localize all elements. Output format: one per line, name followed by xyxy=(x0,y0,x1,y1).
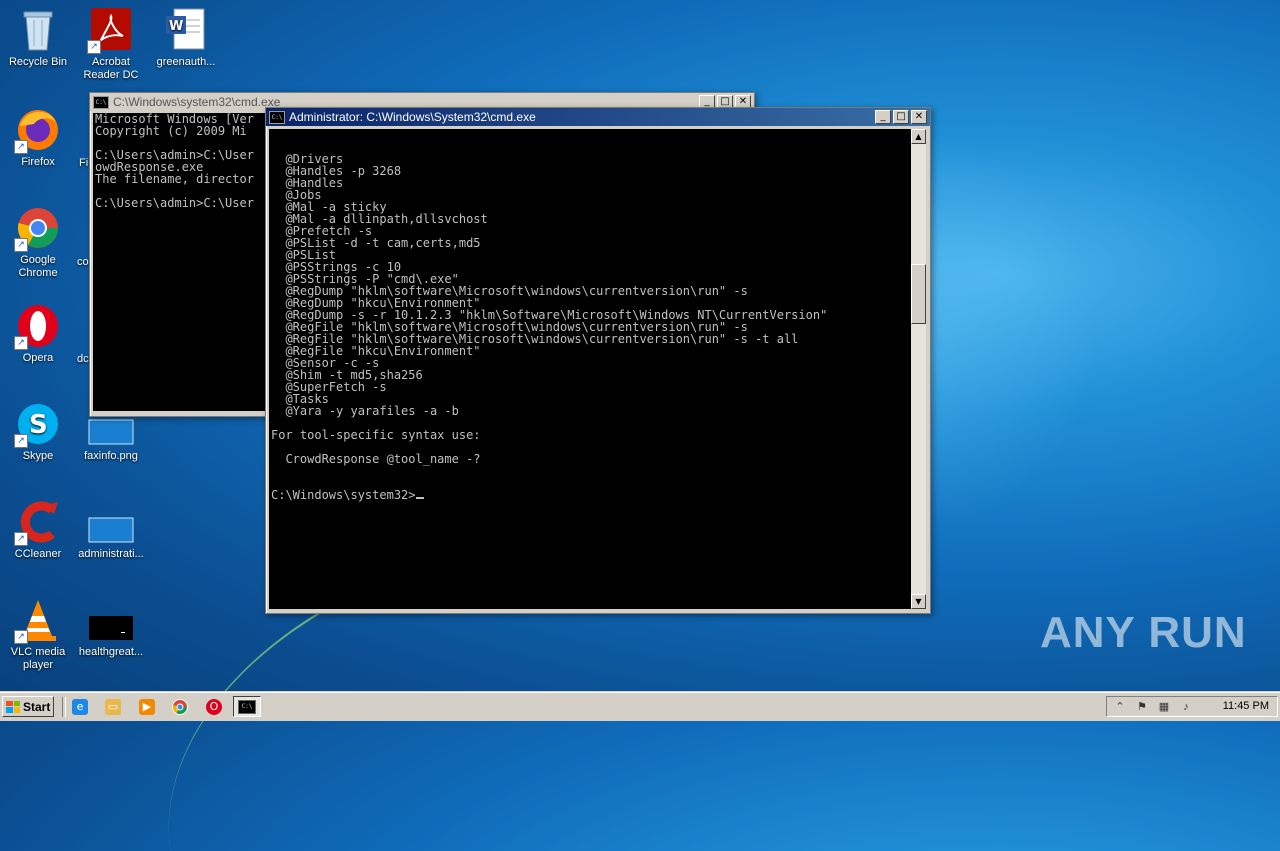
taskbar-cmd-button[interactable]: C:\ xyxy=(233,696,261,717)
console-line: @Handles -p 3268 xyxy=(271,164,402,178)
cmd-icon: C:\ xyxy=(93,95,109,109)
chrome-icon: ↗ xyxy=(14,204,62,252)
console-lines: @Drivers @Handles -p 3268 @Handles @Jobs… xyxy=(271,153,912,489)
desktop-icon-administrati[interactable]: administrati... xyxy=(73,498,149,561)
console-line: For tool-specific syntax use: xyxy=(271,428,481,442)
firefox-icon: ↗ xyxy=(14,106,62,154)
shortcut-arrow-icon: ↗ xyxy=(87,40,101,54)
word-document-icon: W xyxy=(162,6,210,54)
console-prompt: C:\Windows\system32> xyxy=(271,488,416,502)
desktop-icon-skype[interactable]: S ↗ Skype xyxy=(0,400,76,463)
desktop-icon-chrome[interactable]: ↗ Google Chrome xyxy=(0,204,76,280)
taskbar-separator xyxy=(62,697,66,717)
action-center-flag-icon[interactable]: ⚑ xyxy=(1135,700,1149,714)
chrome-taskbar-icon[interactable] xyxy=(172,699,188,715)
console-line: @PSList -d -t cam,certs,md5 xyxy=(271,236,481,250)
partial-desktop-label: co xyxy=(77,256,89,268)
scroll-down-button[interactable]: ▼ xyxy=(911,594,926,609)
start-button[interactable]: Start xyxy=(2,696,54,717)
console-line: @SuperFetch -s xyxy=(271,380,387,394)
text-cursor xyxy=(415,497,424,499)
svg-text:W: W xyxy=(169,19,183,34)
cmd-window-administrator[interactable]: C:\ Administrator: C:\Windows\System32\c… xyxy=(265,107,931,614)
ccleaner-icon: ↗ xyxy=(14,498,62,546)
image-file-icon xyxy=(87,498,135,546)
skype-icon: S ↗ xyxy=(14,400,62,448)
windows-logo-icon xyxy=(6,700,20,713)
system-tray: ⌃ ⚑ ▦ ♪ 11:45 PM xyxy=(1106,696,1278,717)
close-button[interactable]: ✕ xyxy=(911,110,927,124)
shortcut-arrow-icon: ↗ xyxy=(14,630,28,644)
scroll-up-button[interactable]: ▲ xyxy=(911,129,926,144)
window-title: Administrator: C:\Windows\System32\cmd.e… xyxy=(289,110,536,124)
shortcut-arrow-icon: ↗ xyxy=(14,336,28,350)
cmd-icon: C:\ xyxy=(238,700,256,714)
vertical-scrollbar[interactable]: ▲ ▼ xyxy=(911,129,926,609)
console-line: @Yara -y yarafiles -a -b xyxy=(271,404,459,418)
desktop-icon-opera[interactable]: ↗ Opera xyxy=(0,302,76,365)
console-line: CrowdResponse @tool_name -? xyxy=(271,452,481,466)
recycle-bin-icon xyxy=(14,6,62,54)
cmd-icon: C:\ xyxy=(269,110,285,124)
desktop-icon-healthgreat[interactable]: healthgreat... xyxy=(73,596,149,659)
maximize-button[interactable]: □ xyxy=(893,110,909,124)
console-output[interactable]: @Drivers @Handles -p 3268 @Handles @Jobs… xyxy=(269,129,912,609)
console-prompt-line[interactable]: C:\Windows\system32> xyxy=(271,489,912,501)
anyrun-watermark: ANY RUN xyxy=(1040,608,1247,657)
window-titlebar[interactable]: C:\ Administrator: C:\Windows\System32\c… xyxy=(266,108,930,126)
media-player-icon[interactable]: ▶ xyxy=(139,699,155,715)
partial-desktop-label: dc xyxy=(77,353,89,365)
taskbar: Start e ▭ ▶ O C:\ ⌃ ⚑ ▦ ♪ 11:45 PM xyxy=(0,692,1280,721)
shortcut-arrow-icon: ↗ xyxy=(14,140,28,154)
show-hidden-icons-icon[interactable]: ⌃ xyxy=(1113,700,1127,714)
partial-desktop-label: Fi xyxy=(79,157,89,169)
clock[interactable]: 11:45 PM xyxy=(1223,700,1269,712)
volume-icon[interactable]: ♪ xyxy=(1179,700,1193,714)
desktop-icon-acrobat[interactable]: ↗ Acrobat Reader DC xyxy=(73,6,149,82)
desktop-icon-ccleaner[interactable]: ↗ CCleaner xyxy=(0,498,76,561)
shortcut-arrow-icon: ↗ xyxy=(14,238,28,252)
opera-icon: ↗ xyxy=(14,302,62,350)
desktop-icon-vlc[interactable]: ↗ VLC media player xyxy=(0,596,76,672)
vlc-cone-icon: ↗ xyxy=(14,596,62,644)
scroll-thumb[interactable] xyxy=(911,264,926,324)
svg-text:S: S xyxy=(29,410,48,440)
console-line: @Handles xyxy=(271,176,344,190)
internet-explorer-icon[interactable]: e xyxy=(72,699,88,715)
minimize-button[interactable]: _ xyxy=(875,110,891,124)
desktop-icon-greenauth[interactable]: W greenauth... xyxy=(148,6,224,69)
shortcut-arrow-icon: ↗ xyxy=(14,434,28,448)
folder-icon[interactable]: ▭ xyxy=(105,699,121,715)
network-icon[interactable]: ▦ xyxy=(1157,700,1171,714)
opera-taskbar-icon[interactable]: O xyxy=(206,699,222,715)
black-file-icon xyxy=(87,596,135,644)
desktop-icon-recycle-bin[interactable]: Recycle Bin xyxy=(0,6,76,69)
shortcut-arrow-icon: ↗ xyxy=(14,532,28,546)
acrobat-reader-icon: ↗ xyxy=(87,6,135,54)
start-label: Start xyxy=(23,699,51,714)
desktop-icon-firefox[interactable]: ↗ Firefox xyxy=(0,106,76,169)
